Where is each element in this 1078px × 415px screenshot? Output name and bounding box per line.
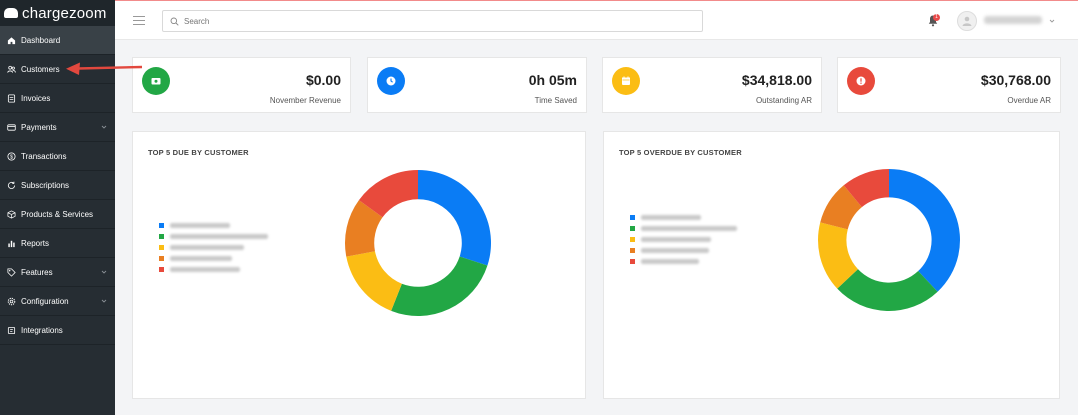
notification-badge: 1 — [933, 14, 940, 21]
sidebar-item-label: Products & Services — [21, 209, 94, 219]
wallet-icon — [151, 78, 161, 85]
home-icon — [6, 35, 16, 45]
chevron-down-icon — [101, 270, 107, 274]
stat-label: November Revenue — [269, 96, 341, 105]
search-icon — [170, 17, 179, 26]
chevron-down-icon — [101, 125, 107, 129]
alert-icon — [856, 76, 866, 86]
panel-title: TOP 5 DUE BY CUSTOMER — [148, 148, 249, 157]
donut-slice-1[interactable] — [418, 170, 491, 266]
stat-label: Outstanding AR — [755, 96, 812, 105]
sidebar-item-label: Features — [21, 267, 53, 277]
stat-icon-bg — [377, 67, 405, 95]
stat-value: $30,768.00 — [980, 72, 1051, 88]
chevron-down-icon — [101, 299, 107, 303]
sidebar-item-invoices[interactable]: Invoices — [0, 84, 115, 113]
stat-value: $34,818.00 — [741, 72, 812, 88]
sidebar-item-label: Configuration — [21, 296, 69, 306]
legend-item[interactable] — [159, 242, 268, 253]
sidebar-item-label: Reports — [21, 238, 50, 248]
stat-card-time-saved: 0h 05m Time Saved — [367, 57, 587, 113]
users-icon — [6, 64, 16, 74]
donut-slice-3[interactable] — [346, 251, 402, 311]
legend-item[interactable] — [630, 234, 737, 245]
donut-chart-due — [345, 170, 491, 316]
sidebar-item-configuration[interactable]: Configuration — [0, 287, 115, 316]
avatar[interactable] — [957, 11, 977, 31]
stat-card-revenue: $0.00 November Revenue — [132, 57, 351, 113]
legend-item[interactable] — [159, 264, 268, 275]
donut-chart-overdue — [818, 169, 960, 311]
svg-text:$: $ — [10, 154, 13, 160]
box-icon — [6, 209, 16, 219]
sidebar-item-label: Invoices — [21, 93, 51, 103]
stat-label: Overdue AR — [1007, 96, 1051, 105]
legend-item[interactable] — [159, 220, 268, 231]
sidebar-item-label: Payments — [21, 122, 57, 132]
calendar-icon — [622, 76, 630, 85]
panel-title: TOP 5 OVERDUE BY CUSTOMER — [619, 148, 742, 157]
stat-card-outstanding-ar: $34,818.00 Outstanding AR — [602, 57, 822, 113]
menu-toggle-icon[interactable] — [133, 16, 145, 26]
sidebar-item-label: Subscriptions — [21, 180, 70, 190]
stat-icon-bg — [612, 67, 640, 95]
puzzle-icon — [6, 325, 16, 335]
sidebar-item-transactions[interactable]: $ Transactions — [0, 142, 115, 171]
chart-panel-overdue: TOP 5 OVERDUE BY CUSTOMER — [603, 131, 1060, 399]
credit-card-icon — [6, 122, 16, 132]
dollar-circle-icon: $ — [6, 151, 16, 161]
sidebar-item-label: Transactions — [21, 151, 67, 161]
user-icon — [962, 16, 972, 26]
brand-name: chargezoom — [22, 4, 107, 22]
sidebar-item-features[interactable]: Features — [0, 258, 115, 287]
stat-label: Time Saved — [534, 96, 577, 105]
sidebar-item-label: Dashboard — [21, 35, 61, 45]
sidebar-item-label: Integrations — [21, 325, 63, 335]
search-box[interactable] — [162, 10, 703, 32]
legend-item[interactable] — [630, 256, 737, 267]
donut-slice-2[interactable] — [391, 256, 488, 316]
legend-item[interactable] — [630, 212, 737, 223]
clock-icon — [386, 76, 396, 86]
sidebar-item-integrations[interactable]: Integrations — [0, 316, 115, 345]
refresh-icon — [6, 180, 16, 190]
stat-icon-bg — [142, 67, 170, 95]
logo-icon — [4, 8, 18, 18]
legend-item[interactable] — [630, 245, 737, 256]
stat-value: $0.00 — [305, 72, 341, 88]
stat-icon-bg — [847, 67, 875, 95]
sidebar-item-subscriptions[interactable]: Subscriptions — [0, 171, 115, 200]
chart-panel-due: TOP 5 DUE BY CUSTOMER — [132, 131, 586, 399]
brand-logo[interactable]: chargezoom — [0, 0, 115, 26]
sidebar-item-products-services[interactable]: Products & Services — [0, 200, 115, 229]
legend-item[interactable] — [159, 253, 268, 264]
stat-card-overdue-ar: $30,768.00 Overdue AR — [837, 57, 1061, 113]
tag-icon — [6, 267, 16, 277]
donut-slice-1[interactable] — [889, 169, 960, 292]
sidebar-item-reports[interactable]: Reports — [0, 229, 115, 258]
chart-legend — [159, 220, 268, 275]
bar-chart-icon — [6, 238, 16, 248]
legend-item[interactable] — [159, 231, 268, 242]
top-bar: 1 — [115, 0, 1078, 40]
chart-legend — [630, 212, 737, 267]
chevron-down-icon[interactable] — [1049, 18, 1055, 24]
sidebar-item-payments[interactable]: Payments — [0, 113, 115, 142]
sidebar-item-dashboard[interactable]: Dashboard — [0, 26, 115, 55]
legend-item[interactable] — [630, 223, 737, 234]
stat-value: 0h 05m — [528, 72, 577, 88]
user-name[interactable] — [984, 16, 1042, 24]
sidebar-item-label: Customers — [21, 64, 60, 74]
search-input[interactable] — [184, 16, 684, 26]
gear-icon — [6, 296, 16, 306]
invoice-icon — [6, 93, 16, 103]
annotation-arrow-icon — [66, 62, 143, 75]
